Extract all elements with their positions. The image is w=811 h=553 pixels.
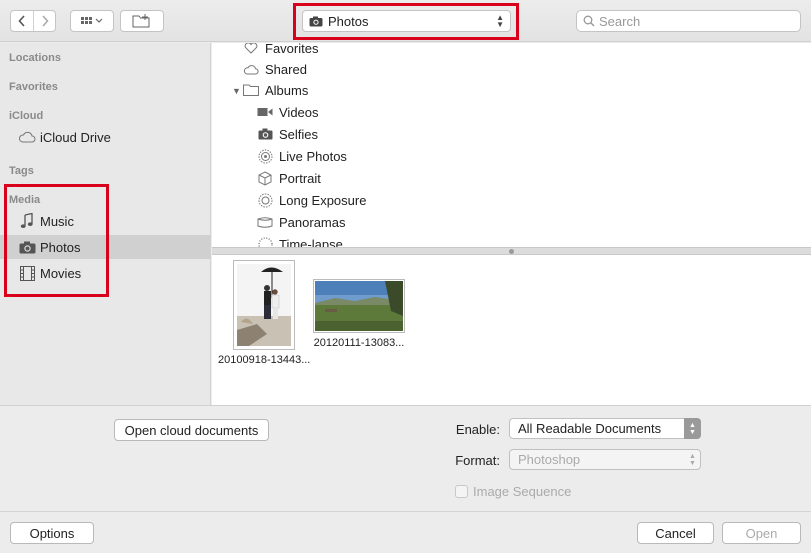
search-field[interactable]: Search xyxy=(576,10,801,32)
photo-thumbnail[interactable]: 20100918-13443... xyxy=(218,260,310,366)
panorama-icon xyxy=(257,214,273,230)
enable-popup[interactable]: All Readable Documents ▲ ▼ xyxy=(509,418,701,439)
new-folder-button[interactable] xyxy=(120,10,164,32)
sidebar-section-icloud: iCloud xyxy=(9,110,44,122)
folder-icon xyxy=(243,82,259,98)
list-item-label: Panoramas xyxy=(279,214,346,230)
list-item-portrait[interactable]: Portrait xyxy=(257,167,321,189)
chevron-up-down-icon: ▲ ▼ xyxy=(689,452,696,467)
search-icon xyxy=(583,15,595,27)
photo-caption: 20120111-13083... xyxy=(313,337,405,349)
disclosure-triangle-icon[interactable]: ▼ xyxy=(232,86,241,96)
photo-thumbnail-grid: 20100918-13443... 20120111-13083... xyxy=(212,255,811,405)
new-folder-icon xyxy=(132,14,150,28)
forward-button[interactable] xyxy=(33,11,55,31)
format-popup[interactable]: Photoshop ▲ ▼ xyxy=(509,449,701,470)
cloud-icon xyxy=(18,129,36,145)
list-item-long-exposure[interactable]: Long Exposure xyxy=(257,189,366,211)
list-item-label: Videos xyxy=(279,104,319,120)
dialog-footer: Options Cancel Open xyxy=(0,511,811,553)
view-mode-button[interactable] xyxy=(70,10,114,32)
media-highlight-box xyxy=(4,184,109,297)
list-item-label: Time-lapse xyxy=(279,236,343,248)
enable-label: Enable: xyxy=(455,422,500,437)
cube-icon xyxy=(257,170,273,186)
long-exposure-icon xyxy=(257,192,273,208)
live-photo-icon xyxy=(257,148,273,164)
sidebar-section-locations: Locations xyxy=(9,52,61,64)
format-label: Format: xyxy=(455,453,500,468)
cancel-button[interactable]: Cancel xyxy=(637,522,714,544)
toolbar: Photos ▲ ▼ Search xyxy=(0,0,811,42)
options-button[interactable]: Options xyxy=(10,522,94,544)
list-item-label: Favorites xyxy=(265,43,319,56)
sidebar-item-icloud-drive[interactable]: iCloud Drive xyxy=(0,125,211,149)
list-item-label: Portrait xyxy=(279,170,321,186)
chevron-right-icon xyxy=(41,15,49,27)
cloud-icon xyxy=(243,61,259,77)
photo-image xyxy=(233,260,296,350)
list-item-label: Long Exposure xyxy=(279,192,367,208)
chevron-up-down-icon: ▲ ▼ xyxy=(684,418,701,439)
format-value: Photoshop xyxy=(518,452,581,467)
list-item-live-photos[interactable]: Live Photos xyxy=(257,145,347,167)
divider-handle[interactable] xyxy=(509,249,514,254)
time-lapse-icon xyxy=(257,236,273,247)
checkbox-box[interactable] xyxy=(455,485,468,498)
list-item-shared[interactable]: Shared xyxy=(243,58,307,80)
photo-thumbnail[interactable]: 20120111-13083... xyxy=(313,279,405,349)
list-item-videos[interactable]: Videos xyxy=(257,101,319,123)
video-camera-icon xyxy=(257,104,273,120)
enable-value: All Readable Documents xyxy=(518,421,662,436)
photos-outline-list: Favorites Shared ▼ Albums Videos Selfies… xyxy=(212,43,811,247)
list-item-label: Shared xyxy=(265,61,307,77)
options-panel: Open cloud documents Enable: All Readabl… xyxy=(0,405,811,511)
sidebar-section-tags: Tags xyxy=(9,165,34,177)
photo-image xyxy=(313,279,405,333)
open-button[interactable]: Open xyxy=(722,522,801,544)
chevron-left-icon xyxy=(18,15,25,27)
list-item-selfies[interactable]: Selfies xyxy=(257,123,318,145)
image-sequence-label: Image Sequence xyxy=(473,484,572,499)
split-view-divider[interactable] xyxy=(212,247,811,255)
sidebar-item-label: iCloud Drive xyxy=(40,129,111,145)
list-item-favorites[interactable]: Favorites xyxy=(243,43,318,59)
list-item-time-lapse[interactable]: Time-lapse xyxy=(257,233,343,247)
open-cloud-documents-button[interactable]: Open cloud documents xyxy=(114,419,269,441)
back-forward-control xyxy=(10,10,56,32)
sidebar: Locations Favorites iCloud iCloud Drive … xyxy=(0,43,211,405)
icon-grid-icon xyxy=(81,17,103,24)
list-item-label: Albums xyxy=(265,82,309,98)
back-button[interactable] xyxy=(11,11,33,31)
heart-icon xyxy=(243,43,259,56)
search-placeholder: Search xyxy=(599,13,641,29)
photo-caption: 20100918-13443... xyxy=(218,354,311,366)
list-item-albums[interactable]: Albums xyxy=(243,79,308,101)
list-item-label: Selfies xyxy=(279,126,319,142)
list-item-panoramas[interactable]: Panoramas xyxy=(257,211,345,233)
image-sequence-checkbox[interactable]: Image Sequence xyxy=(455,484,571,499)
location-highlight-box xyxy=(293,3,519,40)
list-item-label: Live Photos xyxy=(279,148,347,164)
camera-icon xyxy=(257,126,273,142)
sidebar-section-favorites: Favorites xyxy=(9,81,58,93)
